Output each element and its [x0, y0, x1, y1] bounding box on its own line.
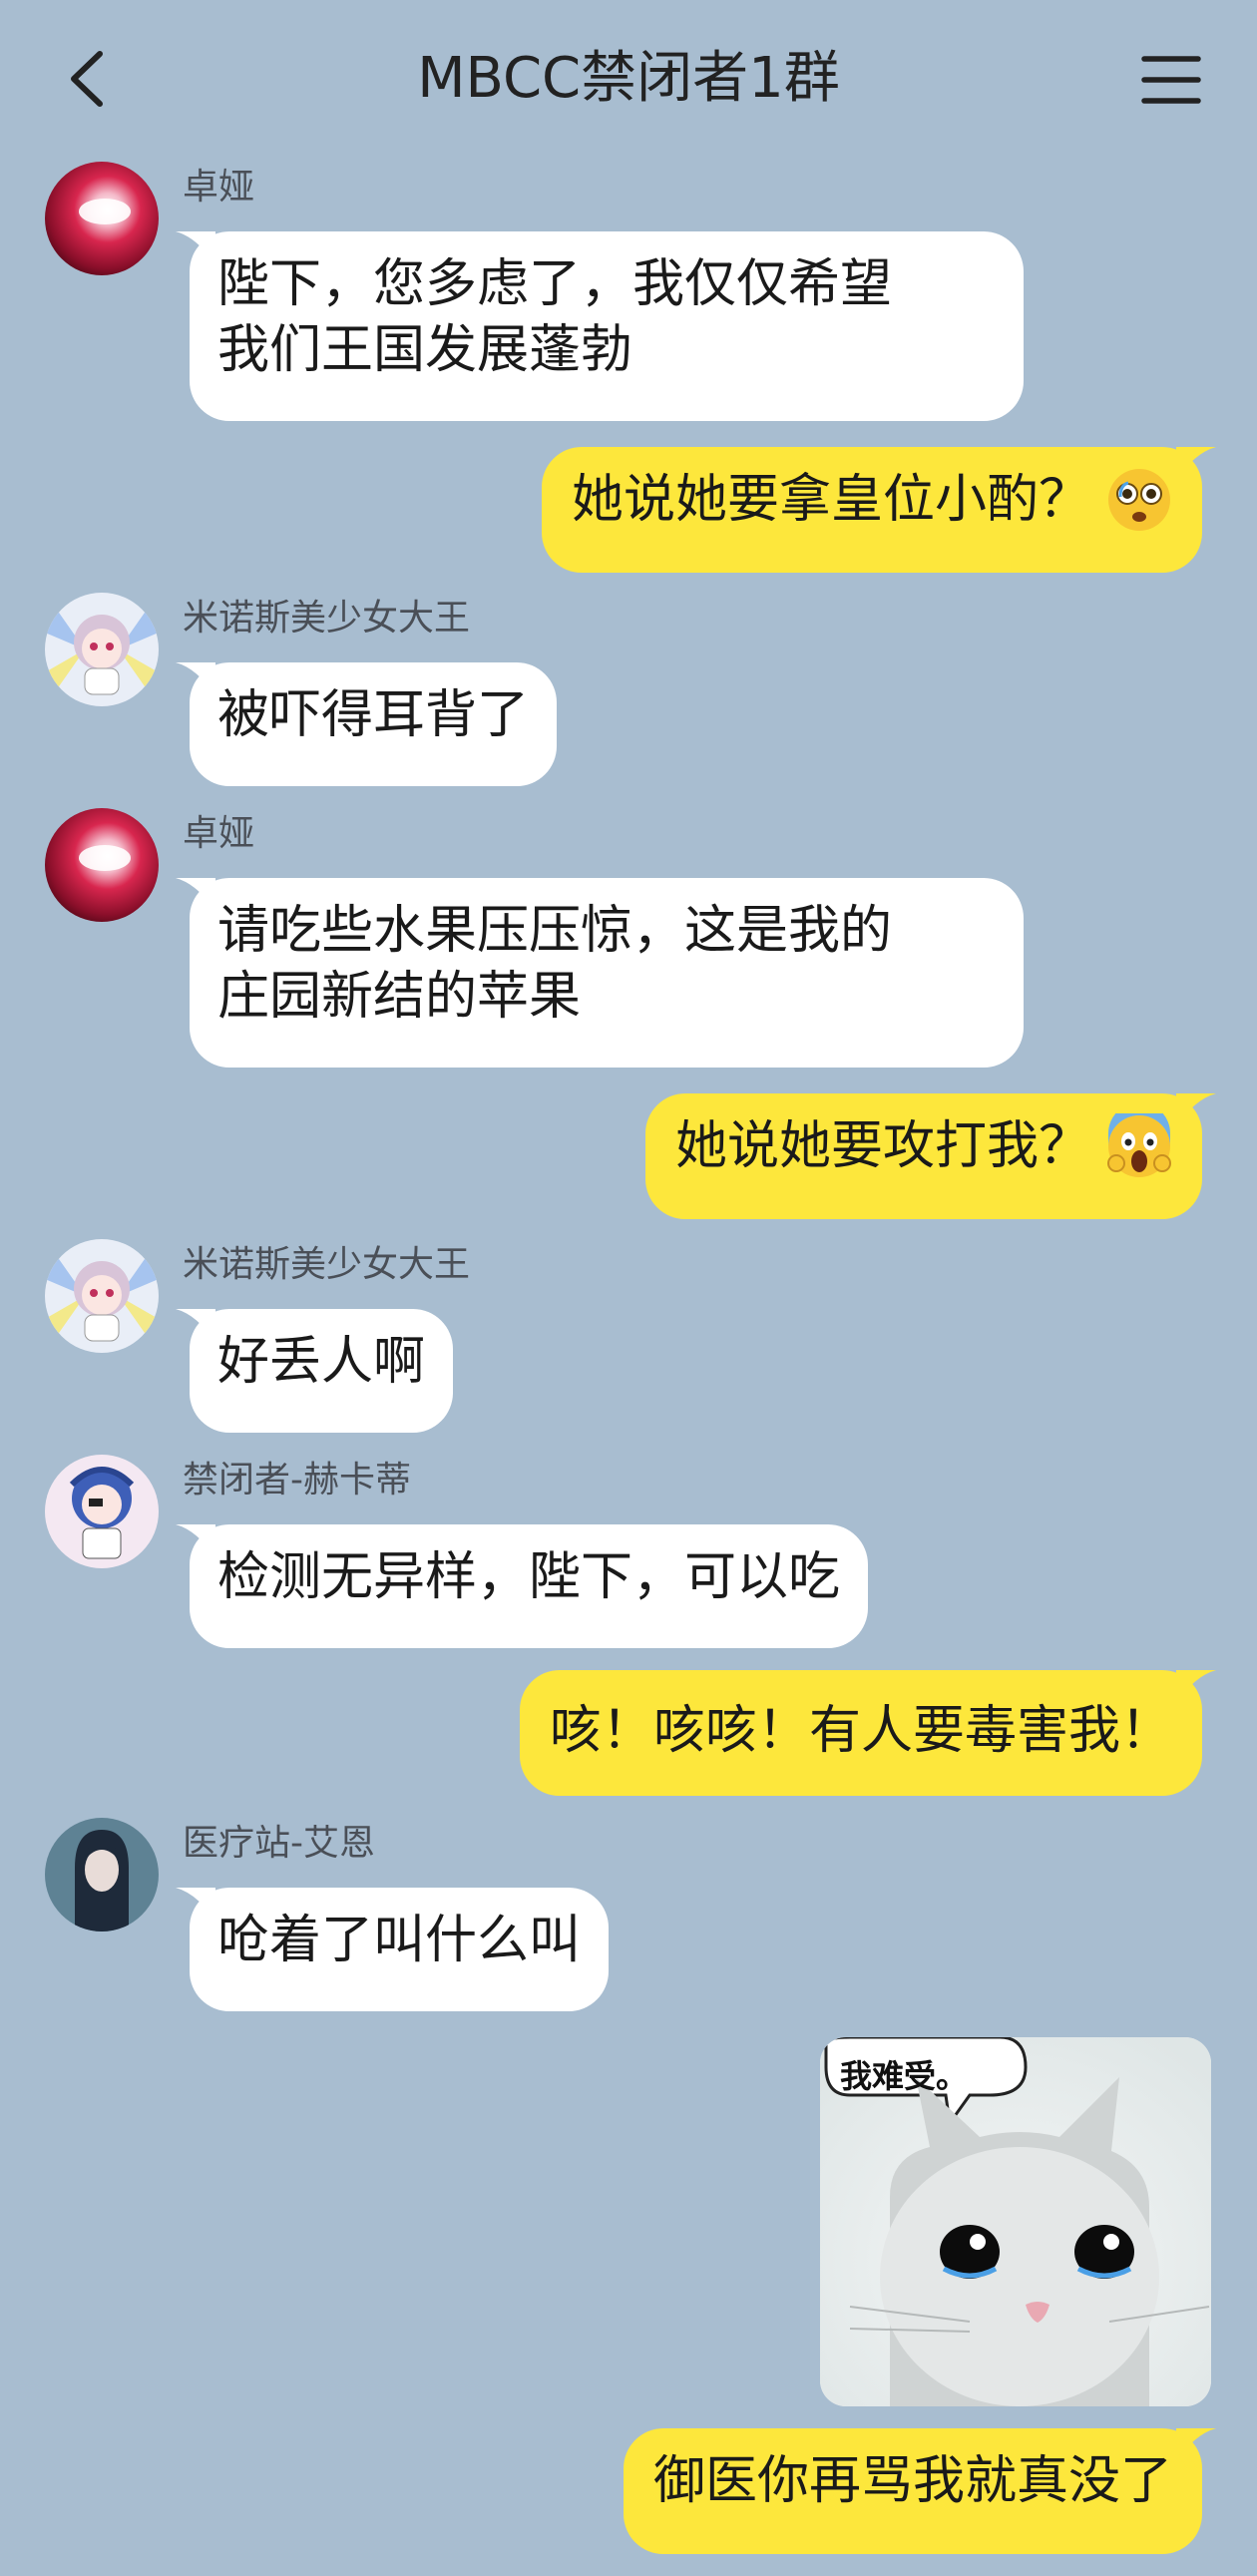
avatar-minos[interactable]: [45, 593, 159, 706]
message-text-line: 庄园新结的苹果: [217, 967, 582, 1027]
message-bubble[interactable]: 好丢人啊: [176, 1309, 454, 1433]
message-text-line: 我们王国发展蓬勃: [217, 320, 633, 380]
message-text: 她说她要攻打我？: [674, 1116, 1090, 1176]
message-bubble[interactable]: 呛着了叫什么叫: [176, 1888, 610, 2011]
message-bubble-outgoing[interactable]: 她说她要拿皇位小酌？: [541, 447, 1216, 573]
avatar-image: [45, 162, 159, 275]
sender-name: 卓娅: [183, 813, 255, 854]
sticker-caption: 我难受。: [840, 2057, 969, 2095]
bubble-tail: [1176, 2428, 1216, 2462]
chat-title: MBCC禁闭者1群: [417, 46, 840, 111]
message-text: 呛着了叫什么叫: [217, 1911, 582, 1970]
crying-cat-sticker[interactable]: 我难受。: [820, 2037, 1211, 2406]
sender-name: 米诺斯美少女大王: [183, 1244, 471, 1285]
bubble-tail: [176, 662, 215, 696]
message-text: 御医你再骂我就真没了: [652, 2451, 1172, 2511]
sender-name: 禁闭者-赫卡蒂: [183, 1460, 411, 1501]
message-text: 她说她要拿皇位小酌？: [571, 470, 1090, 530]
avatar-image: [45, 1455, 159, 1568]
bubble-tail: [1176, 447, 1216, 481]
message-text: 咳！咳咳！有人要毒害我！: [549, 1701, 1172, 1761]
bubble-tail: [176, 878, 215, 912]
message-bubble-outgoing[interactable]: 她说她要攻打我？: [644, 1093, 1216, 1219]
bubble-tail: [176, 231, 215, 265]
screaming-face-icon: [1107, 1113, 1171, 1177]
avatar-hecate[interactable]: [45, 1455, 159, 1568]
avatar-image: [45, 593, 159, 706]
avatar-minos[interactable]: [45, 1239, 159, 1353]
bubble-tail: [176, 1524, 215, 1558]
sender-name: 卓娅: [183, 167, 255, 208]
sender-name: 米诺斯美少女大王: [183, 598, 471, 639]
message-bubble[interactable]: 检测无异样，陛下，可以吃: [176, 1524, 869, 1648]
bubble-tail: [176, 1888, 215, 1922]
flushed-face-icon: [1108, 469, 1170, 531]
message-bubble[interactable]: 被吓得耳背了: [176, 662, 558, 786]
bubble-tail: [1176, 1093, 1216, 1127]
message-bubble[interactable]: 陛下，您多虑了，我仅仅希望 我们王国发展蓬勃: [176, 231, 1024, 421]
message-text: 被吓得耳背了: [217, 685, 530, 745]
chat-header: MBCC禁闭者1群: [0, 0, 1257, 160]
avatar-aien[interactable]: [45, 1818, 159, 1932]
message-text: 检测无异样，陛下，可以吃: [217, 1547, 841, 1607]
hamburger-menu-icon: [1141, 56, 1201, 104]
avatar-image: [45, 1818, 159, 1932]
sender-name: 医疗站-艾恩: [183, 1823, 375, 1864]
avatar-zhuoya[interactable]: [45, 162, 159, 275]
menu-button[interactable]: [1140, 50, 1202, 110]
bubble-tail: [1176, 1670, 1216, 1704]
message-bubble-outgoing[interactable]: 咳！咳咳！有人要毒害我！: [519, 1670, 1216, 1796]
message-bubble[interactable]: 请吃些水果压压惊，这是我的 庄园新结的苹果: [176, 878, 1024, 1068]
message-bubble-outgoing[interactable]: 御医你再骂我就真没了: [623, 2428, 1216, 2554]
avatar-image: [45, 808, 159, 922]
message-text-line: 陛下，您多虑了，我仅仅希望: [217, 254, 893, 314]
message-text-line: 请吃些水果压压惊，这是我的: [217, 901, 893, 961]
message-text: 好丢人啊: [217, 1332, 426, 1392]
bubble-tail: [176, 1309, 215, 1343]
avatar-image: [45, 1239, 159, 1353]
avatar-zhuoya[interactable]: [45, 808, 159, 922]
